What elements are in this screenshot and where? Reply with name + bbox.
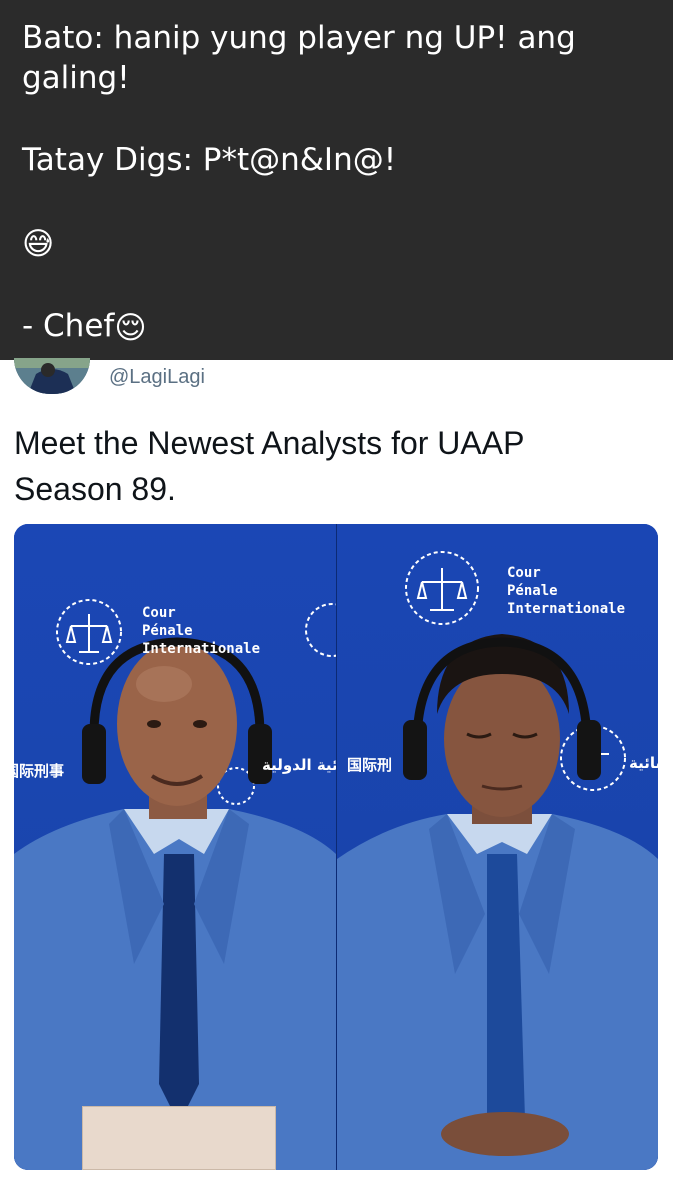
caption-signature: - Chef😌 <box>22 306 147 348</box>
tweet-image[interactable]: Cour Pénale Internationale 国际刑事 الجنائية… <box>14 524 658 1170</box>
right-logo-text: Cour Pénale Internationale <box>507 564 625 618</box>
tweet-text: Meet the Newest Analysts for UAAP Season… <box>14 420 654 512</box>
right-chinese-text: 国际刑 <box>347 756 393 774</box>
right-photo: Cour Pénale Internationale 国际刑 الجنائية <box>337 524 658 1170</box>
caption-panel: Bato: hanip yung player ng UP! ang galin… <box>0 0 673 360</box>
tweet-handle[interactable]: @LagiLagi <box>109 366 205 389</box>
right-photo-illustration <box>337 551 658 1170</box>
relieved-emoji: 😌 <box>114 309 147 346</box>
tweet-text-line-1: Meet the Newest Analysts for UAAP <box>14 425 525 461</box>
left-chinese-text: 国际刑事 <box>14 762 65 780</box>
left-photo: Cour Pénale Internationale 国际刑事 الجنائية… <box>14 524 336 1170</box>
right-logo-word-1: Cour <box>507 565 541 581</box>
left-arabic-text: الجنائية الدولية <box>262 756 336 774</box>
left-logo-word-1: Cour <box>142 605 176 621</box>
right-arabic-text: الجنائية <box>629 754 658 772</box>
avatar[interactable] <box>14 358 90 394</box>
sweat-smile-emoji: 😅 <box>22 225 55 262</box>
caption-line-1: Bato: hanip yung player ng UP! ang <box>22 20 576 56</box>
signature-text: - Chef <box>22 308 115 344</box>
right-logo-word-2: Pénale <box>507 583 558 599</box>
name-placard <box>82 1106 276 1170</box>
bottom-strip <box>0 1172 673 1200</box>
tweet-text-line-2: Season 89. <box>14 471 176 507</box>
left-logo-text: Cour Pénale Internationale <box>142 604 260 658</box>
tweet-card: @LagiLagi Meet the Newest Analysts for U… <box>0 358 673 1200</box>
caption-line-2: galing! <box>22 60 130 96</box>
left-logo-word-2: Pénale <box>142 623 193 639</box>
right-logo-word-3: Internationale <box>507 601 626 617</box>
caption-line-3: Tatay Digs: P*t@n&In@! <box>22 142 397 178</box>
left-logo-word-3: Internationale <box>142 641 261 657</box>
